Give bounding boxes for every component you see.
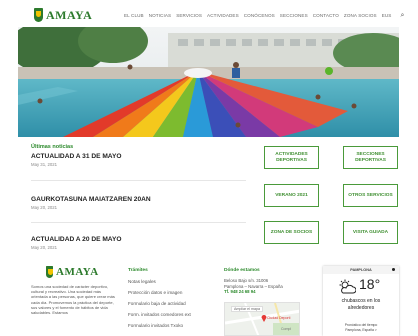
nav-item-el-club[interactable]: EL CLUB — [124, 13, 144, 18]
main-nav: EL CLUB NOTICIAS SERVICIOS ACTIVIDADES C… — [124, 12, 404, 19]
nav-item-actividades[interactable]: ACTIVIDADES — [207, 13, 239, 18]
shield-logo-icon — [46, 266, 53, 278]
weather-description: chubascos en los alrededores — [323, 298, 399, 311]
tramites-link-proteccion-datos[interactable]: Protección datos e imagen — [128, 287, 208, 298]
location-map[interactable]: Ampliar el mapa Ciudad Deporti Compl — [224, 302, 300, 336]
shield-logo-icon — [34, 8, 43, 22]
news-item-title[interactable]: ACTUALIDAD A 20 DE MAYO — [31, 236, 122, 243]
news-item-title[interactable]: ACTUALIDAD A 31 DE MAYO — [31, 153, 122, 160]
news-item-date: May 20, 2021 — [31, 245, 58, 250]
tramites-list: Notas legales Protección datos e imagen … — [128, 276, 208, 331]
partly-cloudy-icon — [339, 279, 356, 294]
tramites-link-invitados-comedores[interactable]: Form. invitados comedores ext — [128, 309, 208, 320]
footer-logo-text: AMAYA — [56, 266, 99, 278]
news-item-date: May 20, 2021 — [31, 205, 58, 210]
news-item-date: May 31, 2021 — [31, 162, 58, 167]
news-item[interactable]: GAURKOTASUNA MAIATZAREN 20AN May 20, 202… — [31, 196, 151, 210]
weather-temperature: 18° — [359, 276, 381, 292]
phone-number[interactable]: Tf. 948 24 68 94 — [224, 289, 283, 295]
nav-item-zona-socios[interactable]: ZONA SOCIOS — [344, 13, 377, 18]
logo-text: AMAYA — [46, 7, 93, 22]
secciones-deportivas-button[interactable]: SECCIONES DEPORTIVAS — [343, 146, 398, 169]
search-icon[interactable]: ⌕ — [400, 12, 404, 19]
tramites-link-baja-actividad[interactable]: Formulario baja de actividad — [128, 298, 208, 309]
nav-item-servicios[interactable]: SERVICIOS — [176, 13, 202, 18]
map-enlarge-link[interactable]: Ampliar el mapa — [231, 306, 263, 312]
weather-description-line-2: alrededores — [347, 304, 375, 311]
zona-de-socios-button[interactable]: ZONA DE SOCIOS — [264, 221, 319, 244]
nav-item-noticias[interactable]: NOTICIAS — [149, 13, 172, 18]
news-heading: Últimas noticias — [31, 144, 74, 150]
divider — [31, 222, 246, 223]
tramites-link-invitados-txoko[interactable]: Formulario invitados Txoko — [128, 320, 208, 331]
otros-servicios-button[interactable]: OTROS SERVICIOS — [343, 184, 398, 207]
weather-location-link[interactable]: Pamplona, España > — [323, 328, 399, 332]
weather-city: PAMPLONA — [323, 266, 399, 274]
donde-heading: Dónde estamos — [224, 268, 260, 273]
visita-guiada-button[interactable]: VISITA GUIADA — [343, 221, 398, 244]
map-place-label: Ciudad Deporti — [267, 316, 291, 320]
nav-item-contacto[interactable]: CONTACTO — [313, 13, 339, 18]
actividades-deportivas-button[interactable]: ACTIVIDADES DEPORTIVAS — [264, 146, 319, 169]
weather-forecast-link[interactable]: Pronóstico del tiempo — [323, 323, 399, 327]
about-text: Somos una sociedad de carácter deportivo… — [31, 284, 115, 316]
site-header: AMAYA EL CLUB NOTICIAS SERVICIOS ACTIVID… — [0, 0, 418, 28]
news-item-title[interactable]: GAURKOTASUNA MAIATZAREN 20AN — [31, 196, 151, 203]
nav-item-secciones[interactable]: SECCIONES — [280, 13, 308, 18]
map-zone-label: Compl — [281, 327, 292, 331]
tramites-link-notas-legales[interactable]: Notas legales — [128, 276, 208, 287]
verano-2021-button[interactable]: VERANO 2021 — [264, 184, 319, 207]
nav-item-eus[interactable]: EUS — [382, 13, 392, 18]
address-block: Beloso Bajo s/n. 31006 Pamplona – Navarr… — [224, 278, 283, 295]
hero-image — [18, 27, 399, 137]
footer-logo: AMAYA — [46, 266, 99, 278]
divider — [31, 180, 246, 181]
nav-item-conocenos[interactable]: CONÓCENOS — [244, 13, 275, 18]
weather-widget[interactable]: PAMPLONA 18° chubascos en los alrededore… — [323, 266, 399, 336]
tramites-heading: Trámites — [128, 268, 148, 273]
site-logo[interactable]: AMAYA — [34, 7, 92, 23]
news-item[interactable]: ACTUALIDAD A 31 DE MAYO May 31, 2021 — [31, 153, 122, 167]
weather-menu-icon[interactable] — [392, 268, 395, 271]
news-item[interactable]: ACTUALIDAD A 20 DE MAYO May 20, 2021 — [31, 236, 122, 250]
